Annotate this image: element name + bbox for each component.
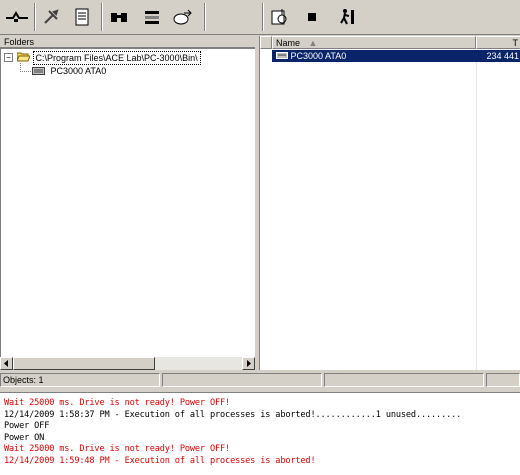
drive-icon	[276, 52, 288, 59]
plug-icon[interactable]	[2, 2, 32, 32]
scroll-icon[interactable]	[67, 2, 97, 32]
list-item[interactable]: PC3000 ATA0 234 441	[272, 50, 520, 62]
column-type-label: T	[512, 38, 519, 48]
sort-arrow-icon: ▲	[308, 38, 318, 48]
list-header: Name ▲ T	[260, 36, 520, 49]
tree-root-item[interactable]: C:\Program Files\ACE Lab\PC-3000\Bin\	[16, 51, 201, 65]
log-line: Power ON	[4, 432, 45, 443]
status-pane-3	[324, 373, 484, 387]
log-line: 12/14/2009 1:59:48 PM - Execution of all…	[4, 455, 316, 466]
arrow-right-icon	[247, 360, 251, 367]
status-objects: Objects: 1	[0, 373, 160, 387]
status-pane-2	[162, 373, 322, 387]
tree-root-label: C:\Program Files\ACE Lab\PC-3000\Bin\	[32, 51, 201, 65]
stop-icon[interactable]	[297, 2, 327, 32]
log-line: Wait 25000 ms. Drive is not ready! Power…	[4, 398, 231, 408]
column-name-label: Name	[276, 38, 301, 48]
tree-child-label: PC3000 ATA0	[50, 66, 107, 76]
list-item-size: 234 441	[486, 51, 519, 61]
log-line: 12/14/2009 1:58:37 PM - Execution of all…	[4, 409, 462, 420]
scroll-right-button[interactable]	[242, 357, 255, 370]
column-header-type[interactable]: T	[476, 36, 520, 49]
log-line: Power OFF	[4, 421, 50, 431]
list-item-name: PC3000 ATA0	[290, 51, 347, 61]
tools-icon[interactable]	[36, 2, 66, 32]
toolbar-separator	[101, 3, 103, 31]
disk-settings-icon[interactable]	[264, 2, 294, 32]
column-divider	[476, 50, 477, 370]
arrow-left-icon	[4, 360, 8, 367]
main-toolbar	[0, 0, 520, 35]
tree-child-item[interactable]: PC3000 ATA0	[32, 65, 106, 77]
folder-open-icon	[16, 52, 31, 62]
scale-icon[interactable]	[137, 2, 167, 32]
drive-icon	[32, 67, 45, 75]
collapse-toggle[interactable]: −	[4, 53, 13, 62]
status-bar: Objects: 1	[0, 372, 520, 388]
disk-export-icon[interactable]	[168, 2, 198, 32]
file-list-panel: Name ▲ T PC3000 ATA0 234 441	[259, 36, 520, 370]
column-header-blank	[260, 36, 272, 49]
tree-connector	[20, 71, 31, 72]
scroll-left-button[interactable]	[0, 357, 13, 370]
status-pane-4	[486, 373, 520, 387]
folders-hscrollbar[interactable]	[0, 357, 255, 370]
scroll-thumb[interactable]	[13, 357, 155, 370]
log-output[interactable]: Wait 25000 ms. Drive is not ready! Power…	[0, 392, 520, 475]
log-line: Wait 25000 ms. Drive is not ready! Power…	[4, 444, 231, 454]
list-item-name-cell: PC3000 ATA0	[276, 50, 346, 62]
folder-tree[interactable]: − C:\Program Files\ACE Lab\PC-3000\Bin\ …	[0, 48, 255, 358]
toolbar-separator	[204, 3, 206, 31]
folders-header: Folders	[0, 36, 255, 48]
run-icon[interactable]	[333, 2, 363, 32]
folders-panel: Folders − C:\Program Files\ACE Lab\PC-30…	[0, 36, 255, 370]
binoculars-icon[interactable]	[104, 2, 134, 32]
column-header-name[interactable]: Name ▲	[272, 36, 476, 49]
